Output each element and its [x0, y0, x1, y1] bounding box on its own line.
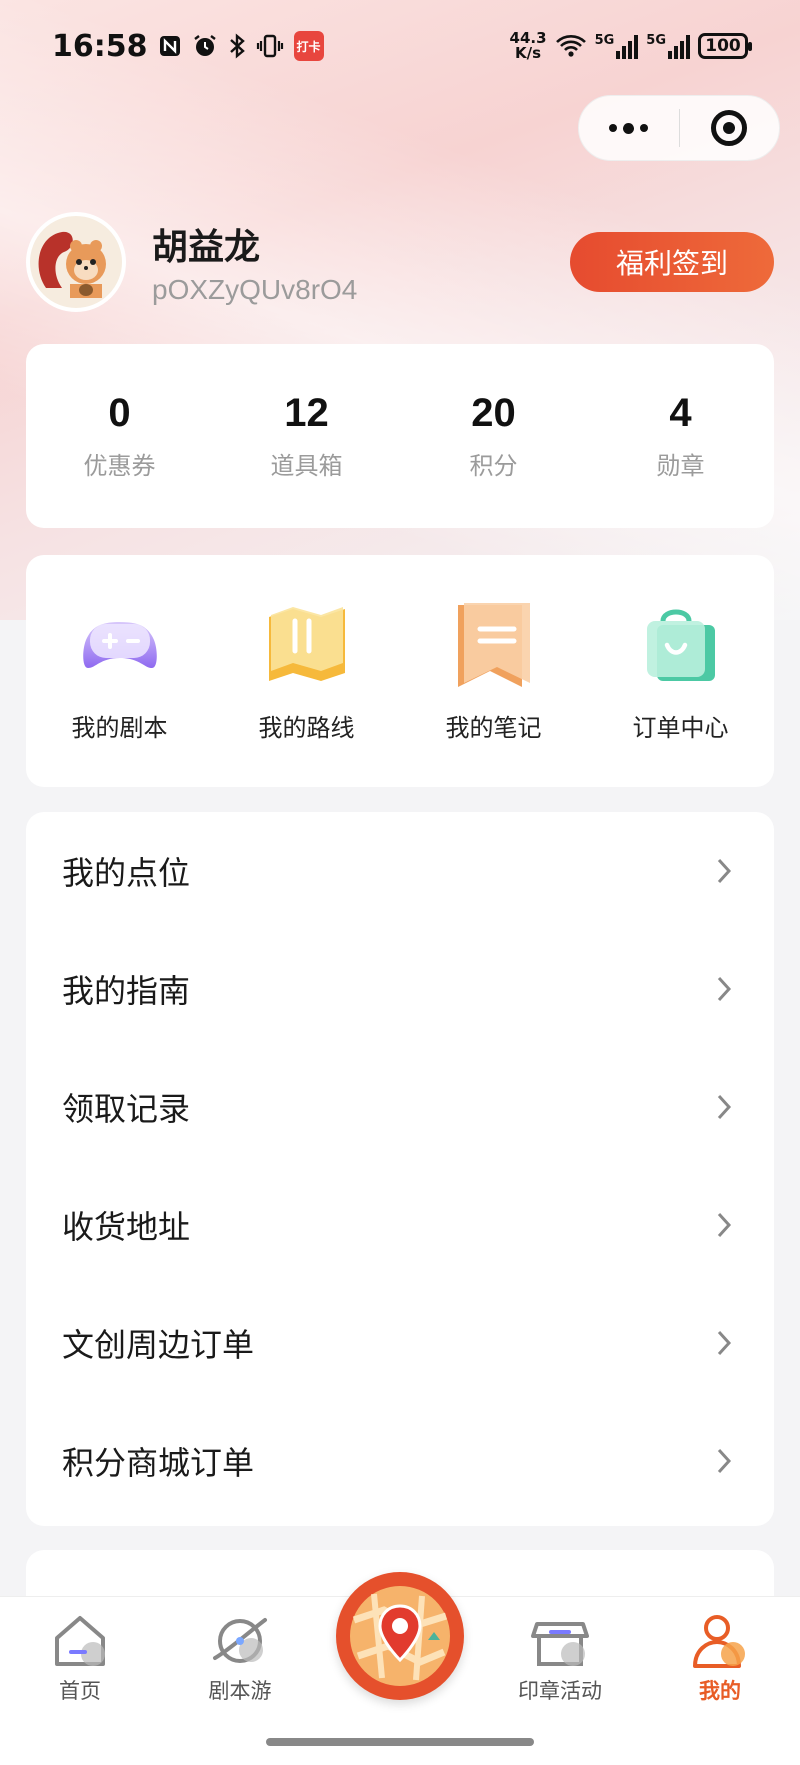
- shortcuts-card: 我的剧本 我的路线 我的笔记 订单中心: [26, 555, 774, 787]
- shortcut-my-routes[interactable]: 我的路线: [213, 600, 400, 743]
- tab-script-tour[interactable]: 剧本游: [180, 1609, 300, 1705]
- close-miniprogram-button[interactable]: [680, 96, 780, 160]
- stat-points[interactable]: 20 积分: [400, 391, 587, 481]
- chevron-right-icon: [710, 1447, 738, 1475]
- status-bar: 16:58 打卡 44.3 K/s 5G 5G 100: [0, 0, 800, 92]
- chevron-right-icon: [710, 1329, 738, 1357]
- battery-level: 100: [705, 36, 741, 56]
- chevron-right-icon: [710, 857, 738, 885]
- menu-card: 我的点位 我的指南 领取记录 收货地址 文创周边订单 积分商城订单: [26, 812, 774, 1526]
- network-speed: 44.3 K/s: [510, 31, 547, 61]
- shortcut-label: 我的笔记: [445, 713, 542, 742]
- shortcut-label: 我的剧本: [71, 713, 168, 742]
- menu-label: 积分商城订单: [62, 1444, 255, 1482]
- battery-icon: 100: [698, 33, 752, 59]
- menu-label: 我的点位: [62, 854, 191, 892]
- shortcut-my-notes[interactable]: 我的笔记: [400, 600, 587, 743]
- squirrel-avatar-icon: [38, 231, 106, 298]
- signal-icon: 5G: [646, 33, 690, 59]
- chevron-right-icon: [710, 975, 738, 1003]
- map-pin-icon: [350, 1586, 450, 1686]
- home-icon: [48, 1609, 112, 1673]
- tab-map-center-button[interactable]: [336, 1572, 464, 1700]
- stat-label: 优惠券: [83, 452, 156, 480]
- stat-label: 道具箱: [270, 452, 343, 480]
- nfc-icon: [158, 34, 182, 58]
- stat-value: 4: [669, 391, 692, 435]
- menu-label: 文创周边订单: [62, 1326, 255, 1364]
- planet-icon: [208, 1609, 272, 1673]
- target-icon: [711, 110, 748, 146]
- tab-label: 首页: [59, 1679, 101, 1703]
- tab-label: 我的: [699, 1679, 741, 1703]
- menu-label: 我的指南: [62, 972, 191, 1010]
- welfare-signin-button[interactable]: 福利签到: [570, 232, 774, 292]
- note-icon: [449, 600, 539, 690]
- stat-medals[interactable]: 4 勋章: [587, 391, 774, 481]
- sim1-label: 5G: [594, 33, 615, 48]
- chevron-right-icon: [710, 1093, 738, 1121]
- stat-value: 0: [108, 391, 131, 435]
- map-icon: [262, 600, 352, 690]
- shopping-bag-icon: [636, 600, 726, 690]
- menu-item-my-guides[interactable]: 我的指南: [62, 930, 738, 1048]
- tab-label: 剧本游: [208, 1679, 272, 1703]
- stat-label: 勋章: [656, 452, 705, 480]
- stat-label: 积分: [469, 452, 518, 480]
- stat-value: 12: [284, 391, 329, 435]
- tab-home[interactable]: 首页: [20, 1609, 140, 1705]
- vibrate-icon: [256, 33, 284, 59]
- tab-mine[interactable]: 我的: [660, 1609, 780, 1705]
- more-dots-icon: [609, 122, 649, 134]
- stat-value: 20: [471, 391, 516, 435]
- chevron-right-icon: [710, 1211, 738, 1239]
- menu-item-shipping-address[interactable]: 收货地址: [62, 1166, 738, 1284]
- menu-item-claim-records[interactable]: 领取记录: [62, 1048, 738, 1166]
- shop-icon: [528, 1609, 592, 1673]
- wifi-icon: [555, 33, 587, 59]
- signal-icon: 5G: [595, 33, 639, 59]
- profile-header: 胡益龙 pOXZyQUv8rO4 福利签到: [26, 212, 774, 312]
- user-name: 胡益龙: [152, 227, 261, 268]
- stats-card: 0 优惠券 12 道具箱 20 积分 4 勋章: [26, 344, 774, 528]
- menu-item-merch-orders[interactable]: 文创周边订单: [62, 1284, 738, 1402]
- shortcut-label: 订单中心: [632, 713, 729, 742]
- tab-stamp-activity[interactable]: 印章活动: [500, 1609, 620, 1705]
- menu-label: 收货地址: [62, 1208, 191, 1246]
- menu-label: 领取记录: [62, 1090, 191, 1128]
- app-notification-icon: 打卡: [293, 31, 324, 61]
- network-speed-unit: K/s: [515, 44, 542, 62]
- gamepad-icon: [75, 600, 165, 690]
- alarm-icon: [192, 33, 218, 59]
- miniprogram-capsule: [578, 95, 780, 161]
- shortcut-my-scripts[interactable]: 我的剧本: [26, 600, 213, 743]
- status-time: 16:58: [52, 28, 148, 64]
- home-indicator[interactable]: [266, 1738, 534, 1746]
- avatar[interactable]: [26, 212, 126, 312]
- bluetooth-icon: [228, 33, 246, 59]
- menu-item-points-mall-orders[interactable]: 积分商城订单: [62, 1402, 738, 1520]
- shortcut-label: 我的路线: [258, 713, 355, 742]
- user-icon: [688, 1609, 752, 1673]
- shortcut-order-center[interactable]: 订单中心: [587, 600, 774, 743]
- more-button[interactable]: [579, 96, 679, 160]
- user-id: pOXZyQUv8rO4: [152, 274, 358, 305]
- tab-label: 印章活动: [518, 1679, 602, 1703]
- sim2-label: 5G: [646, 33, 666, 48]
- stat-toolbox[interactable]: 12 道具箱: [213, 391, 400, 481]
- stat-coupons[interactable]: 0 优惠券: [26, 391, 213, 481]
- menu-item-my-locations[interactable]: 我的点位: [62, 812, 738, 930]
